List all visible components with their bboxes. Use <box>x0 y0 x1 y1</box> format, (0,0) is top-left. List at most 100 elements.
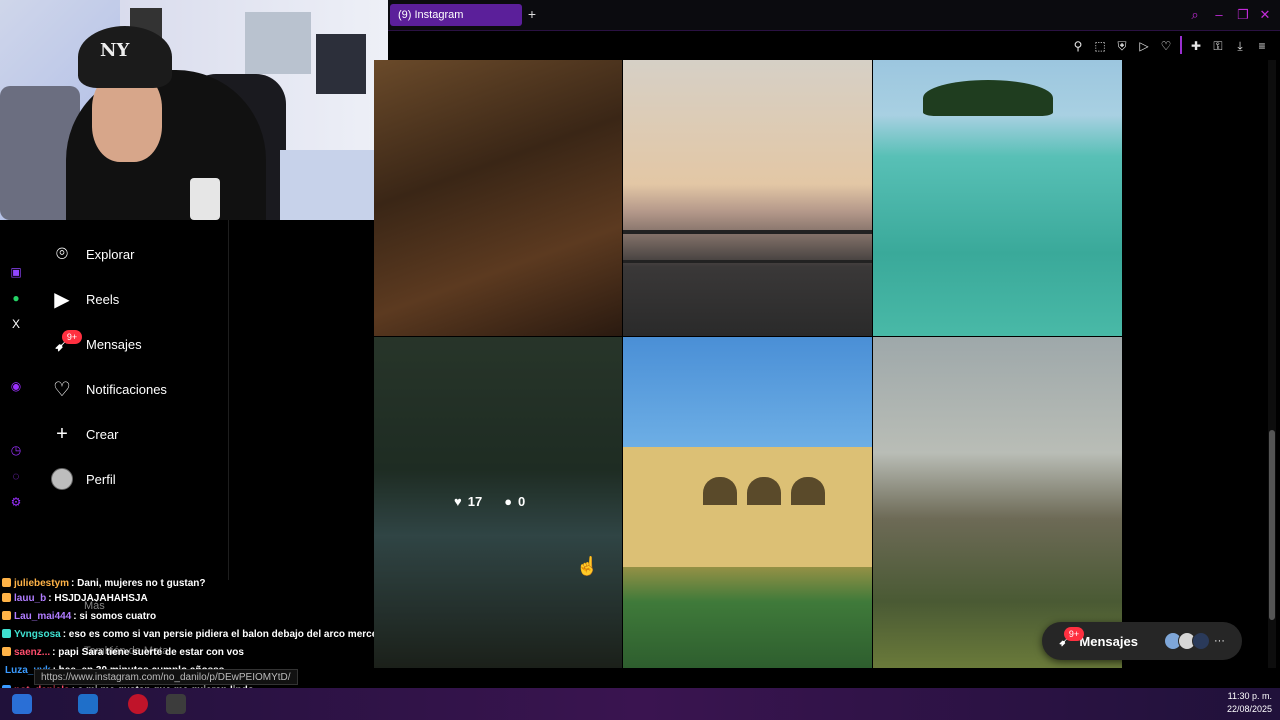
sidebar-item-notificaciones[interactable]: ♡ Notificaciones <box>50 374 220 404</box>
post-stats: ♥ 17 ● 0 <box>454 494 525 509</box>
chat-message: : HSJDJAJAHAHSJA <box>48 593 148 604</box>
grid-post[interactable] <box>873 337 1122 668</box>
minimize-icon[interactable]: – <box>1210 6 1228 24</box>
sidebar-item-label: Notificaciones <box>86 381 167 397</box>
toolbar-separator <box>1180 36 1182 54</box>
likes-count: ♥ 17 <box>454 494 483 509</box>
sidebar-item-reels[interactable]: ▶ Reels <box>50 284 220 314</box>
grid-post[interactable] <box>623 337 872 668</box>
chat-badge <box>2 611 11 620</box>
railing <box>623 260 872 263</box>
player-icon[interactable]: ◉ <box>8 378 24 394</box>
lock-icon[interactable]: ⚿ <box>1210 38 1226 54</box>
app-icon[interactable] <box>78 694 98 714</box>
maximize-icon[interactable]: ❐ <box>1234 6 1252 24</box>
chat-line: juliebestym: Dani, mujeres no t gustan? <box>2 576 206 592</box>
windows-start-icon[interactable] <box>12 694 32 714</box>
heart-icon: ♡ <box>53 378 71 401</box>
sidebar-item-explorar[interactable]: ⌾ Explorar <box>50 239 220 269</box>
sidebar-item-label: Crear <box>86 426 119 442</box>
cam-poster <box>245 12 311 74</box>
page-right-area <box>1122 60 1280 688</box>
opera-gx-icon[interactable] <box>128 694 148 714</box>
chat-badge <box>2 629 11 638</box>
settings-icon[interactable]: ⚙ <box>8 494 24 510</box>
sidebar-divider <box>228 220 229 580</box>
tab-instagram[interactable]: (9) Instagram <box>390 4 522 26</box>
mouse-cursor-icon: ☝ <box>576 556 599 576</box>
shield-icon[interactable]: ⛨ <box>1114 38 1130 54</box>
webcam-overlay: NY <box>0 0 388 220</box>
chat-badge <box>2 578 11 587</box>
arch <box>747 477 781 505</box>
cam-can <box>190 178 220 220</box>
chat-user: Yvngsosa <box>14 629 61 640</box>
arch <box>703 477 737 505</box>
messages-badge: 9+ <box>62 330 82 344</box>
plus-icon: + <box>56 422 68 445</box>
sidebar-item-perfil[interactable]: Perfil <box>50 464 220 494</box>
taskbar <box>0 688 1280 720</box>
chat-badge <box>2 593 11 602</box>
comments-count: ● 0 <box>504 494 526 509</box>
screen: (9) Instagram + ⌕ – ❐ ✕ ⚲ ⬚ ⛨ ▷ ♡ ✚ ⚿ ⤓ … <box>0 0 1280 720</box>
chat-message: : papi Sara tiene suerte de estar con vo… <box>52 647 244 658</box>
extensions-icon[interactable]: ✚ <box>1188 38 1204 54</box>
new-tab-button[interactable]: + <box>524 6 540 22</box>
chat-message: : Dani, mujeres no t gustan? <box>71 578 206 589</box>
clock-date: 22/08/2025 <box>1226 704 1272 714</box>
chat-message: : si somos cuatro <box>73 611 157 622</box>
reels-icon: ▶ <box>54 288 70 311</box>
grid-post[interactable] <box>873 60 1122 336</box>
chat-user: saenz... <box>14 647 51 658</box>
taskbar-clock[interactable]: 11:30 p. m. 22/08/2025 <box>1212 690 1272 716</box>
crop-icon[interactable]: ⬚ <box>1092 38 1108 54</box>
chat-user: juliebestym <box>14 578 70 589</box>
cap-logo: NY <box>100 40 130 61</box>
compass-icon: ⌾ <box>56 242 68 265</box>
chat-line: Yvngsosa: eso es como si van persie pidi… <box>2 627 402 643</box>
cam-poster <box>316 34 366 94</box>
messages-pill-badge: 9+ <box>1064 627 1084 641</box>
sidebar-item-crear[interactable]: + Crear <box>50 419 220 449</box>
sidebar-item-label: Perfil <box>86 471 116 487</box>
chat-badge <box>2 647 11 656</box>
download-icon[interactable]: ⤓ <box>1232 38 1248 54</box>
close-icon[interactable]: ✕ <box>1256 6 1274 24</box>
more-icon: ··· <box>1213 635 1225 647</box>
search-icon[interactable]: ⌕ <box>1186 6 1204 24</box>
obs-icon[interactable] <box>166 694 186 714</box>
island <box>923 80 1053 116</box>
grid-post[interactable] <box>374 60 622 336</box>
heart-filled-icon: ♥ <box>454 494 462 509</box>
sidebar-item-label: Mensajes <box>86 336 142 352</box>
sidebar-item-label: Explorar <box>86 246 135 262</box>
twitch-icon[interactable]: ▣ <box>8 264 24 280</box>
avatar <box>50 467 74 491</box>
play-icon[interactable]: ▷ <box>1136 38 1152 54</box>
cam-sofa <box>280 150 388 220</box>
menu-icon[interactable]: ≡ <box>1254 38 1270 54</box>
chat-line: Lau_mai444: si somos cuatro <box>2 609 156 625</box>
railing <box>623 230 872 234</box>
chat-line: saenz...: papi Sara tiene suerte de esta… <box>2 645 244 661</box>
sidebar-item-label: Reels <box>86 291 120 307</box>
explore-grid <box>374 60 1122 668</box>
building <box>623 447 872 567</box>
chat-message: : eso es como si van persie pidiera el b… <box>62 629 402 640</box>
grid-post[interactable] <box>623 60 872 336</box>
chat-user: lauu_b <box>14 593 47 604</box>
whatsapp-icon[interactable]: ● <box>8 290 24 306</box>
chat-icon[interactable]: ◌ <box>8 468 24 484</box>
avatar <box>1191 632 1210 650</box>
heart-icon[interactable]: ♡ <box>1158 38 1174 54</box>
x-icon[interactable]: X <box>8 316 24 332</box>
chat-line: lauu_b: HSJDJAJAHAHSJA <box>2 591 148 607</box>
clock-time: 11:30 p. m. <box>1227 691 1272 701</box>
scrollbar-thumb[interactable] <box>1269 430 1275 620</box>
messages-pill-label: Mensajes <box>1079 633 1138 649</box>
arch <box>791 477 825 505</box>
chat-user: Lau_mai444 <box>14 611 72 622</box>
pin-icon[interactable]: ⚲ <box>1070 38 1086 54</box>
history-icon[interactable]: ◷ <box>8 442 24 458</box>
